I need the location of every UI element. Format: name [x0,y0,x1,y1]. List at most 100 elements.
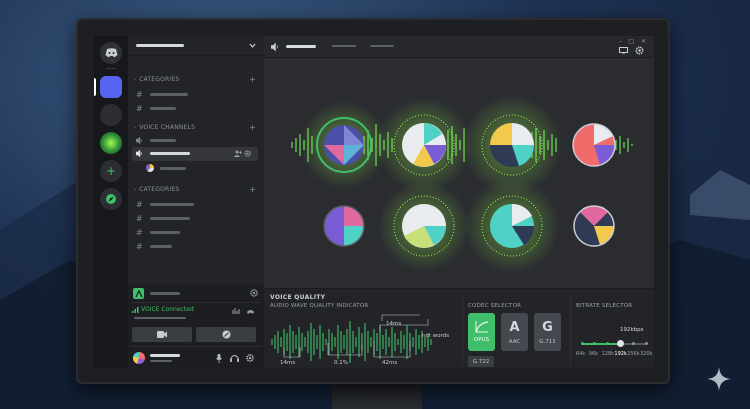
text-channel[interactable]: # [136,104,176,113]
screen-icon[interactable] [619,47,628,54]
chevron-down-icon[interactable] [249,42,256,49]
camera-button[interactable] [132,327,192,342]
codec-label: G.711 [539,338,556,345]
participant-avatar[interactable] [378,180,470,272]
text-channel[interactable]: # [136,242,172,251]
bitrate-option-label[interactable]: 192k [614,351,626,357]
bitrate-current: 192kbps [620,327,644,333]
category-header[interactable]: › VOICE CHANNELS [134,124,195,131]
codec-opus-button[interactable]: OPUS [468,313,495,351]
participant-avatar[interactable] [376,97,472,193]
bitrate-option-label[interactable]: 64k [576,351,585,357]
camera-icon [157,331,167,338]
category-header[interactable]: › CATEGORIES [134,76,179,83]
add-channel-icon[interactable]: + [249,76,256,84]
category-label: VOICE CHANNELS [139,124,196,131]
channel-topbar: – □ ✕ [264,36,654,58]
add-channel-icon[interactable]: + [249,186,256,194]
monitor: + › CATEGORIES + # # › VOICE CHANNELS + [76,18,670,384]
server-icon-active[interactable] [100,76,122,98]
codec-g722-button[interactable]: G.722 [468,356,494,367]
slider-tick[interactable] [644,342,648,345]
opus-icon [474,321,488,333]
text-channel[interactable]: # [136,90,188,99]
bitrate-option-label[interactable]: 96k [589,351,598,357]
codec-label: G.722 [472,358,490,365]
participant-avatar[interactable] [464,178,560,274]
activity-icon[interactable] [133,288,144,299]
speaker-icon [271,43,278,51]
voice-participants-grid [291,95,633,274]
participant-avatar[interactable] [572,123,616,167]
hash-icon: # [136,200,143,209]
chevron-down-icon: › [134,76,137,83]
screen-share-icon [222,330,230,339]
sparkle-icon [707,367,731,391]
maximize-icon[interactable]: □ [628,38,634,45]
discord-logo-icon[interactable] [100,42,122,64]
close-icon[interactable]: ✕ [641,38,646,45]
text-channel[interactable]: # [136,200,194,209]
slider-thumb[interactable] [616,340,624,347]
hash-icon: # [136,242,143,251]
avatar [146,164,154,172]
add-user-icon[interactable] [234,150,242,157]
chevron-down-icon: › [134,186,137,193]
participant-avatar[interactable] [300,101,388,189]
text-channel[interactable]: # [136,214,190,223]
codec-aac-button[interactable]: A AAC [501,313,528,351]
add-server-icon[interactable]: + [100,160,122,182]
bitrate-slider[interactable] [580,340,648,348]
wave-quality-graph [271,314,432,363]
voice-status-label: VOICE Connected [141,306,194,313]
explore-icon[interactable] [100,188,122,210]
gear-icon[interactable] [244,150,251,157]
participant-avatar[interactable] [573,205,615,247]
noise-suppression-icon[interactable] [232,307,240,315]
voice-channel[interactable] [136,150,190,157]
speaker-icon [136,150,142,157]
headphones-icon[interactable] [230,354,239,362]
hash-icon: # [136,228,143,237]
codec-label: OPUS [473,337,490,343]
mute-icon[interactable] [216,354,222,363]
screen-share-button[interactable] [196,327,256,342]
bitrate-option-labels: 64k 96k 128k 192k 256k 320k [576,351,654,359]
slider-tick[interactable] [580,342,584,345]
add-channel-icon[interactable]: + [249,124,256,132]
channel-title-placeholder [286,45,316,48]
speaker-icon [136,137,142,144]
gear-icon[interactable] [250,289,258,297]
gear-icon[interactable] [635,46,644,55]
gear-icon[interactable] [246,354,254,362]
annotation-42ms: 42ms [382,360,398,366]
slider-tick[interactable] [631,342,635,345]
server-list: + [94,36,128,368]
text-channel[interactable]: # [136,228,180,237]
voice-stage: – □ ✕ VOICE QUALITY AUDIO WAVE QUALITY I… [264,36,654,368]
codec-g711-button[interactable]: G G.711 [534,313,561,351]
wave-indicator-label: AUDIO WAVE QUALITY INDICATOR [270,303,369,309]
slider-tick[interactable] [593,342,597,345]
voice-quality-title: VOICE QUALITY [270,294,326,301]
avatar[interactable] [133,352,145,364]
slider-tick[interactable] [606,342,610,345]
disconnect-icon[interactable] [246,307,255,315]
category-header[interactable]: › CATEGORIES [134,186,179,193]
minimize-icon[interactable]: – [619,38,622,45]
server-icon[interactable] [100,104,122,126]
server-header[interactable] [128,36,264,56]
bitrate-option-label[interactable]: 320k [640,351,652,357]
category-label: CATEGORIES [139,186,180,193]
voice-channel[interactable] [136,137,176,144]
signal-icon [132,307,139,313]
voice-participant[interactable] [146,164,186,172]
annotation-14ms-bottom: 14ms [280,360,296,366]
bitrate-option-label[interactable]: 256k [627,351,639,357]
codec-label: AAC [508,338,521,345]
bitrate-option-label[interactable]: 128k [602,351,614,357]
category-label: CATEGORIES [139,76,180,83]
server-icon-voice[interactable] [100,132,122,154]
participant-avatar[interactable] [323,205,365,247]
codec-selector-title: CODEC SELECTOR [468,303,522,309]
